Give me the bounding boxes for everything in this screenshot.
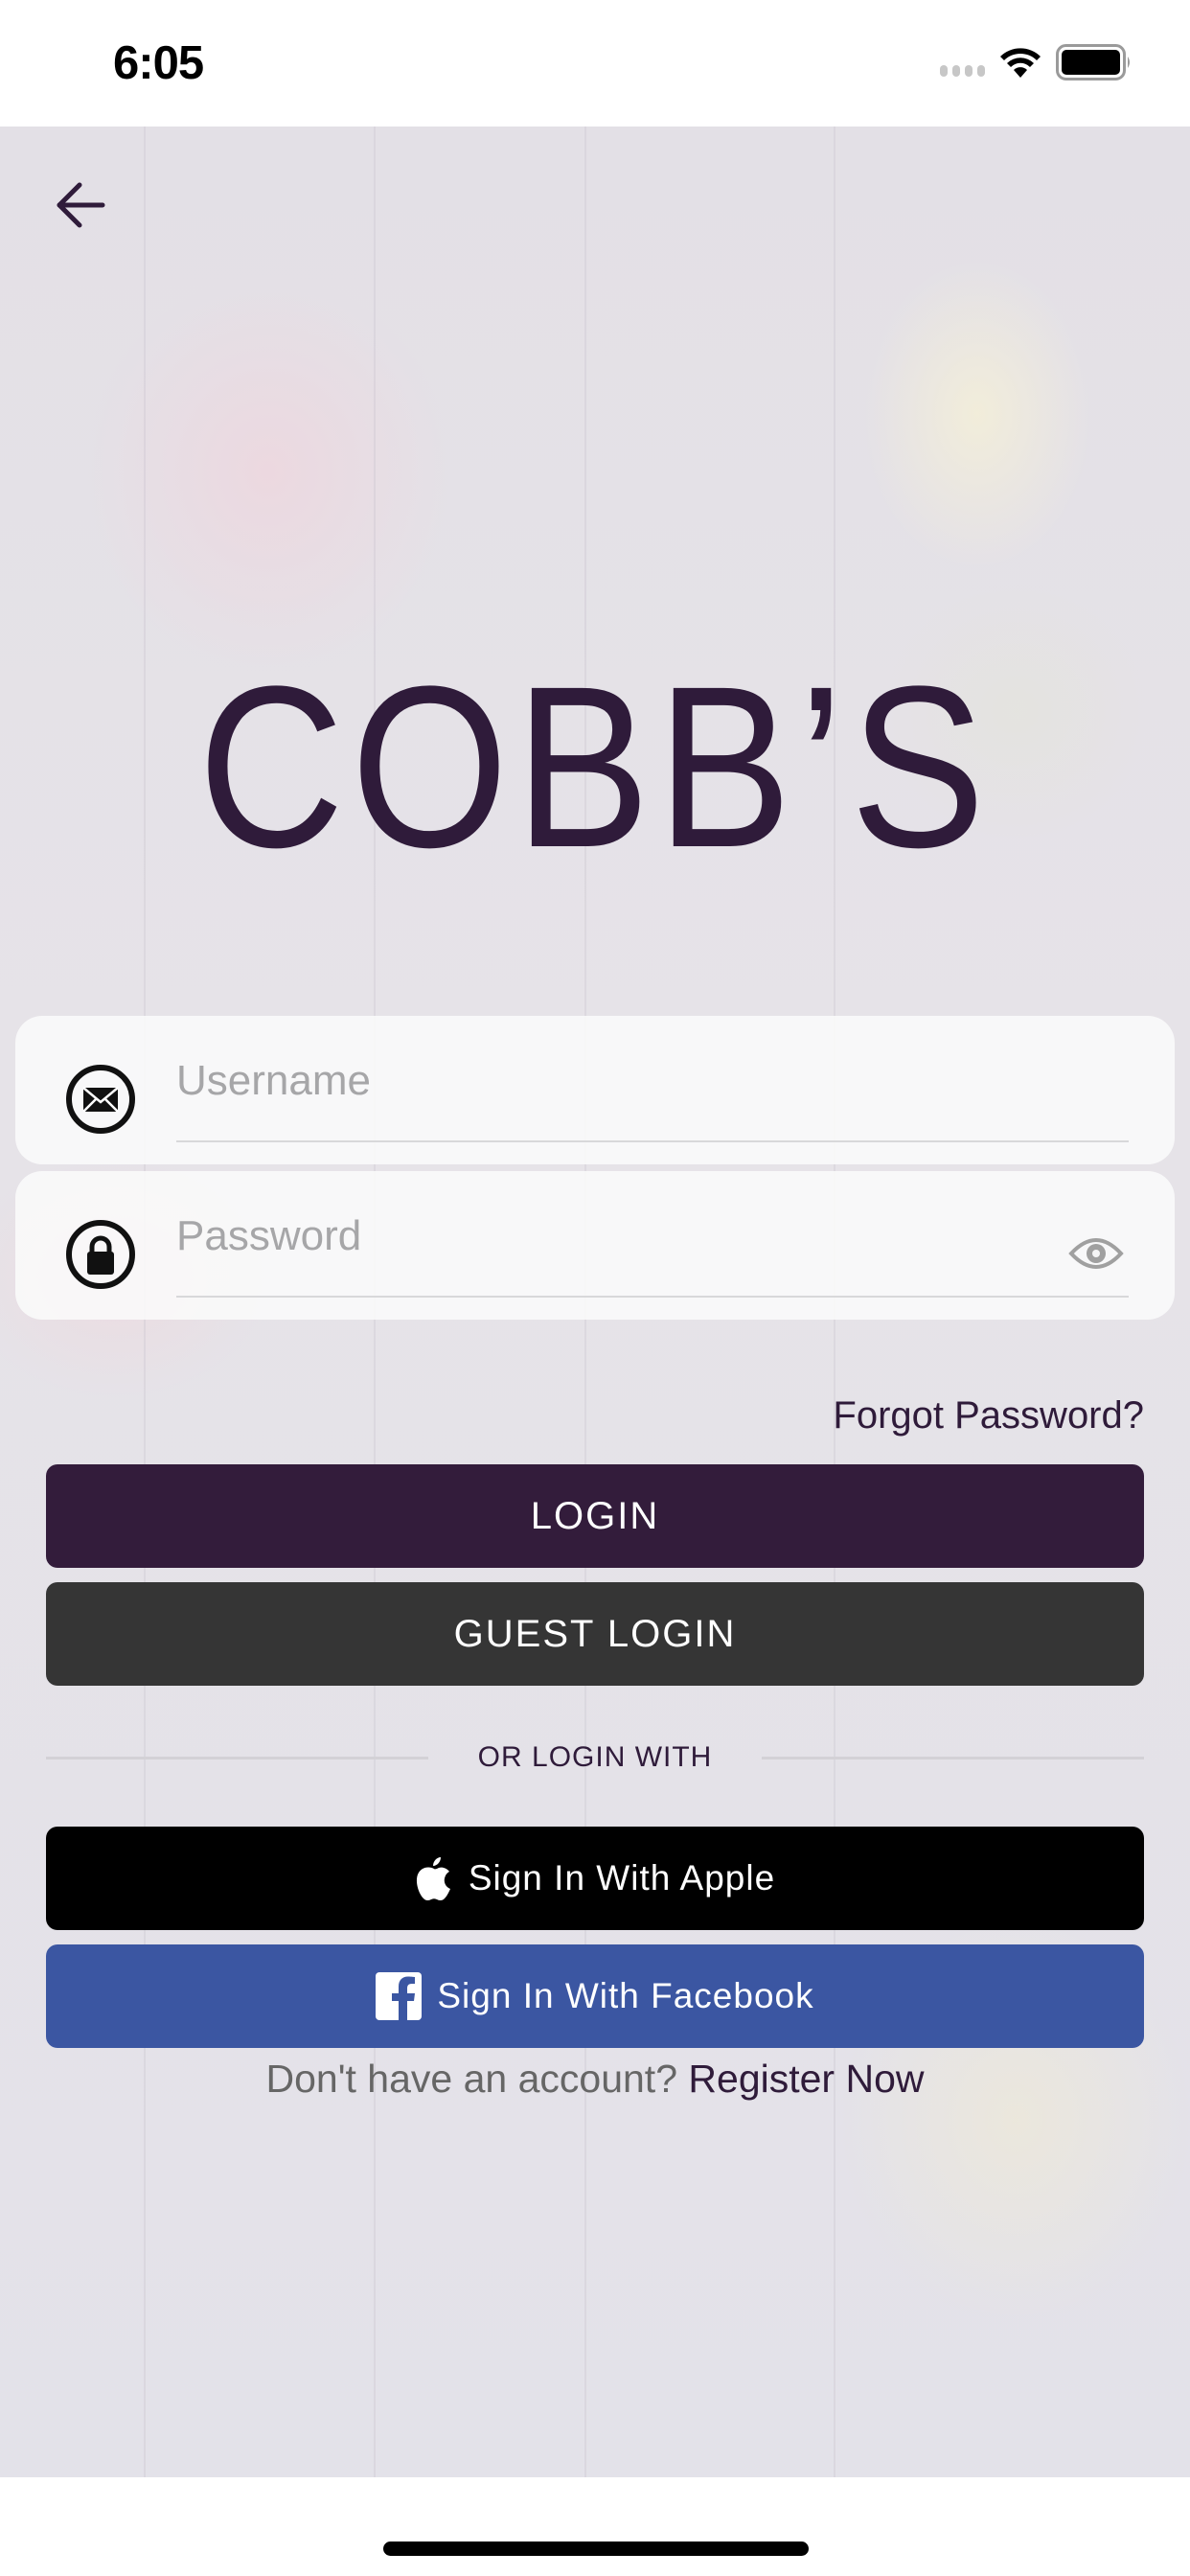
eye-icon[interactable] (1067, 1232, 1125, 1275)
guest-login-button-label: GUEST LOGIN (453, 1612, 737, 1655)
status-icons (940, 44, 1133, 80)
login-button-label: LOGIN (530, 1494, 660, 1537)
register-now-link[interactable]: Register Now (688, 2057, 924, 2101)
divider-label: OR LOGIN WITH (477, 1741, 713, 1773)
username-field-card (15, 1016, 1175, 1164)
home-indicator (383, 2542, 809, 2556)
status-bar: 6:05 (0, 0, 1190, 126)
battery-icon (1056, 44, 1133, 80)
arrow-left-icon (57, 182, 105, 228)
lock-icon (66, 1220, 135, 1289)
password-field-card (15, 1171, 1175, 1320)
forgot-password-link[interactable]: Forgot Password? (833, 1394, 1144, 1438)
register-row: Don't have an account? Register Now (0, 2057, 1190, 2102)
guest-login-button[interactable]: GUEST LOGIN (46, 1582, 1144, 1686)
sign-in-with-apple-button[interactable]: Sign In With Apple (46, 1827, 1144, 1930)
divider-line-right (762, 1756, 1145, 1760)
login-button[interactable]: LOGIN (46, 1464, 1144, 1568)
password-input[interactable] (176, 1198, 1039, 1275)
envelope-icon (66, 1065, 135, 1134)
apple-logo-icon (415, 1855, 453, 1901)
username-input[interactable] (176, 1043, 1039, 1119)
status-time: 6:05 (113, 37, 204, 89)
or-login-with-divider: OR LOGIN WITH (46, 1738, 1145, 1777)
facebook-logo-icon (376, 1972, 423, 2020)
facebook-button-label: Sign In With Facebook (437, 1976, 814, 2015)
back-button[interactable] (50, 176, 111, 234)
cellular-signal-icon (940, 65, 985, 77)
password-underline (176, 1296, 1129, 1298)
wifi-icon (998, 45, 1042, 80)
apple-button-label: Sign In With Apple (468, 1858, 776, 1898)
sign-in-with-facebook-button[interactable]: Sign In With Facebook (46, 1944, 1144, 2048)
brand-logo: COBB’S (197, 638, 993, 895)
divider-line-left (46, 1756, 428, 1760)
username-underline (176, 1140, 1129, 1142)
register-prompt: Don't have an account? (265, 2057, 689, 2101)
